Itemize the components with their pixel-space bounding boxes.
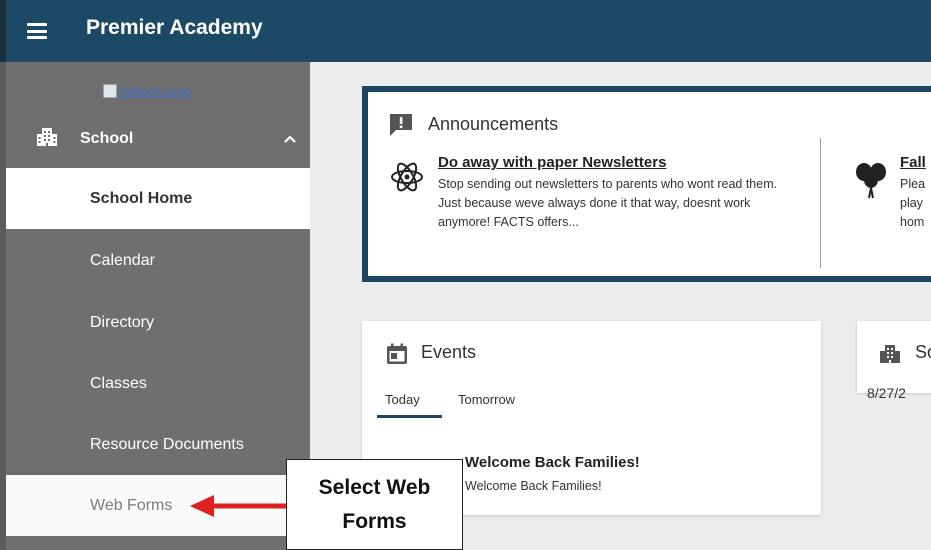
announcements-title: Announcements xyxy=(428,114,559,134)
calendar-icon xyxy=(387,343,407,364)
sidebar-item-resource-documents[interactable]: Resource Documents xyxy=(6,414,310,475)
event-title[interactable]: Welcome Back Families! xyxy=(465,454,640,471)
chevron-up-icon[interactable] xyxy=(282,131,298,147)
announcement-body-line: Plea xyxy=(900,177,926,191)
instruction-callout: Select Web Forms xyxy=(286,459,463,550)
sidebar-item-calendar[interactable]: Calendar xyxy=(6,230,310,291)
app-title: Premier Academy xyxy=(86,16,263,39)
atom-icon xyxy=(391,162,423,192)
school-logo-alt-text: School Logo xyxy=(119,84,192,99)
school-info-card: Sc 8/27/2 xyxy=(857,321,931,401)
active-tab-indicator xyxy=(377,415,442,418)
announcement-body-line: play xyxy=(900,196,923,210)
red-arrow-icon xyxy=(190,495,286,517)
school-card-date: 8/27/2 xyxy=(867,385,906,401)
announcement-body-line: hom xyxy=(900,215,925,229)
event-description: Welcome Back Families! xyxy=(465,479,602,493)
tab-tomorrow[interactable]: Tomorrow xyxy=(458,392,515,407)
school-building-icon xyxy=(37,128,57,146)
announcement-icon xyxy=(390,114,412,136)
tab-today[interactable]: Today xyxy=(385,392,420,407)
school-logo-link[interactable]: School Logo xyxy=(103,84,191,99)
events-title: Events xyxy=(421,342,477,362)
sidebar-section-label: School xyxy=(80,130,134,147)
school-building-icon xyxy=(880,345,900,363)
hamburger-icon[interactable] xyxy=(27,23,47,39)
callout-line-2: Forms xyxy=(342,509,407,533)
top-app-bar: Premier Academy xyxy=(0,0,931,62)
announcement-body-fall: Plea play hom xyxy=(900,175,931,232)
announcement-body-newsletters: Stop sending out newsletters to parents … xyxy=(438,177,778,229)
sidebar-item-directory[interactable]: Directory xyxy=(6,292,310,353)
broken-image-icon xyxy=(103,84,117,98)
sidebar: School Logo School School Home Calendar … xyxy=(0,62,310,550)
announcement-link-newsletters[interactable]: Do away with paper Newsletters xyxy=(438,154,666,171)
sidebar-item-classes[interactable]: Classes xyxy=(6,353,310,414)
sidebar-item-school-home[interactable]: School Home xyxy=(6,168,310,229)
announcements-card: Announcements Do away with paper Newslet… xyxy=(362,86,931,282)
school-card-title: Sc xyxy=(915,342,931,362)
callout-line-1: Select Web xyxy=(318,475,431,499)
sidebar-section-school[interactable]: School xyxy=(6,118,310,162)
balloons-icon xyxy=(856,163,886,199)
divider xyxy=(820,138,821,268)
announcement-link-fall[interactable]: Fall xyxy=(900,154,926,171)
